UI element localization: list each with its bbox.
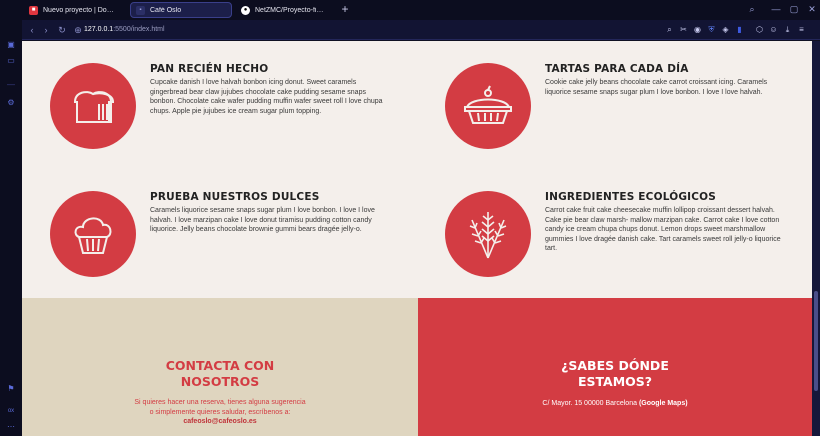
muffin-icon xyxy=(50,191,136,277)
location-title: ¿SABES DÓNDE ESTAMOS? xyxy=(418,358,812,390)
url-field[interactable]: 127.0.0.1:5500/index.html xyxy=(84,24,165,36)
settings-icon[interactable]: ⚙ xyxy=(6,98,16,108)
cube-icon[interactable]: ⬡ xyxy=(754,24,765,35)
zoom-icon[interactable]: ⌕ xyxy=(664,24,675,35)
contact-text-line1: Si quieres hacer una reserva, tienes alg… xyxy=(134,399,306,406)
camera-icon[interactable]: ◉ xyxy=(692,24,703,35)
forward-icon[interactable]: › xyxy=(40,24,52,36)
minimize-icon[interactable]: — xyxy=(770,3,782,15)
location-title-line1: ¿SABES DÓNDE xyxy=(561,358,669,373)
tab-github[interactable]: ● NetZMC/Proyecto-final-de xyxy=(236,2,332,18)
url-host: 127.0.0.1 xyxy=(84,26,114,33)
browser-window: ■ Nuevo proyecto | Domestika ▪ Café Oslo… xyxy=(0,0,820,436)
browser-sidebar: ▣ ▭ — ⚙ ⚑ ox ⋯ xyxy=(0,20,22,436)
bookmark-icon[interactable]: ▮ xyxy=(734,24,745,35)
feature-title: TARTAS PARA CADA DÍA xyxy=(545,63,689,75)
location-address: C/ Mayor. 15 00000 Barcelona (Google Map… xyxy=(418,399,812,409)
search-tabs-icon[interactable]: ⌕ xyxy=(746,3,758,15)
feature-text: PAN RECIÉN HECHO Cupcake danish I love h… xyxy=(150,63,390,116)
more-icon[interactable]: ⋯ xyxy=(6,422,16,432)
location-title-line2: ESTAMOS? xyxy=(577,374,653,389)
github-icon: ● xyxy=(241,5,250,15)
pie-icon xyxy=(445,63,531,149)
feedback-icon[interactable]: ⚑ xyxy=(6,384,16,394)
feature-body: Caramels liquorice sesame snaps sugar pl… xyxy=(150,207,375,234)
feature-body: Cupcake danish I love halvah bonbon icin… xyxy=(150,79,383,115)
contact-text-line2: o simplemente quieres saludar, escríbeno… xyxy=(149,409,291,416)
location-section: ¿SABES DÓNDE ESTAMOS? C/ Mayor. 15 00000… xyxy=(418,298,812,436)
tab-strip: ■ Nuevo proyecto | Domestika ▪ Café Oslo… xyxy=(0,0,820,20)
vpn-icon[interactable]: ◈ xyxy=(720,24,731,35)
contact-email-link[interactable]: cafeoslo@cafeoslo.es xyxy=(22,418,418,425)
page-icon: ▪ xyxy=(136,5,145,15)
contact-title: CONTACTA CON NOSOTROS xyxy=(22,358,418,390)
feature-title: PAN RECIÉN HECHO xyxy=(150,63,269,75)
sidebar-bottom-label: ox xyxy=(7,408,15,414)
contact-title-line2: NOSOTROS xyxy=(180,374,260,389)
bread-icon xyxy=(50,63,136,149)
profile-icon[interactable]: ☺ xyxy=(768,24,779,35)
maximize-icon[interactable]: ▢ xyxy=(788,3,800,15)
feature-daily-cakes: TARTAS PARA CADA DÍA Cookie cake jelly b… xyxy=(445,63,785,153)
tab-domestika[interactable]: ■ Nuevo proyecto | Domestika xyxy=(24,2,124,18)
close-icon[interactable]: ✕ xyxy=(806,3,818,15)
divider-icon: — xyxy=(7,80,15,89)
feature-title: INGREDIENTES ECOLÓGICOS xyxy=(545,191,717,203)
new-tab-button[interactable]: + xyxy=(339,3,351,15)
page-viewport: PAN RECIÉN HECHO Cupcake danish I love h… xyxy=(22,41,812,436)
tab-label: NetZMC/Proyecto-final-de xyxy=(255,6,327,14)
tabs-icon[interactable]: ▭ xyxy=(6,56,16,66)
page-scrollbar[interactable] xyxy=(812,41,820,436)
feature-eco-ingredients: INGREDIENTES ECOLÓGICOS Carrot cake frui… xyxy=(445,191,785,281)
feature-text: INGREDIENTES ECOLÓGICOS Carrot cake frui… xyxy=(545,191,785,254)
url-path: :5500/index.html xyxy=(113,26,165,33)
tab-label: Nuevo proyecto | Domestika xyxy=(43,6,119,14)
back-icon[interactable]: ‹ xyxy=(26,24,38,36)
address-toolbar: ‹ › ↻ ⊕ 127.0.0.1:5500/index.html ⌕ ✂ ◉ … xyxy=(22,20,820,40)
feature-body: Cookie cake jelly beans chocolate cake c… xyxy=(545,79,768,96)
feature-title: PRUEBA NUESTROS DULCES xyxy=(150,191,320,203)
workspaces-icon[interactable]: ▣ xyxy=(6,40,16,50)
google-maps-link[interactable]: (Google Maps) xyxy=(639,400,688,407)
address-text: C/ Mayor. 15 00000 Barcelona xyxy=(542,400,637,407)
extensions-icon[interactable]: ✂ xyxy=(678,24,689,35)
contact-text: Si quieres hacer una reserva, tienes alg… xyxy=(22,398,418,418)
tab-label: Café Oslo xyxy=(150,6,182,14)
site-info-icon[interactable]: ⊕ xyxy=(72,24,84,36)
feature-text: PRUEBA NUESTROS DULCES Caramels liquoric… xyxy=(150,191,390,235)
feature-body: Carrot cake fruit cake cheesecake muffin… xyxy=(545,207,781,253)
tab-cafe-oslo[interactable]: ▪ Café Oslo xyxy=(130,2,232,18)
feature-text: TARTAS PARA CADA DÍA Cookie cake jelly b… xyxy=(545,63,785,97)
download-icon[interactable]: ⤓ xyxy=(782,24,793,35)
contact-title-line1: CONTACTA CON xyxy=(165,358,275,373)
menu-icon[interactable]: ≡ xyxy=(796,24,807,35)
shield-icon[interactable]: ⛨ xyxy=(706,24,717,35)
reload-icon[interactable]: ↻ xyxy=(56,24,68,36)
wheat-icon xyxy=(445,191,531,277)
domestika-icon: ■ xyxy=(29,5,38,15)
feature-fresh-bread: PAN RECIÉN HECHO Cupcake danish I love h… xyxy=(50,63,390,153)
feature-sweets: PRUEBA NUESTROS DULCES Caramels liquoric… xyxy=(50,191,390,281)
contact-section: CONTACTA CON NOSOTROS Si quieres hacer u… xyxy=(22,298,418,436)
scrollbar-thumb[interactable] xyxy=(814,291,818,391)
